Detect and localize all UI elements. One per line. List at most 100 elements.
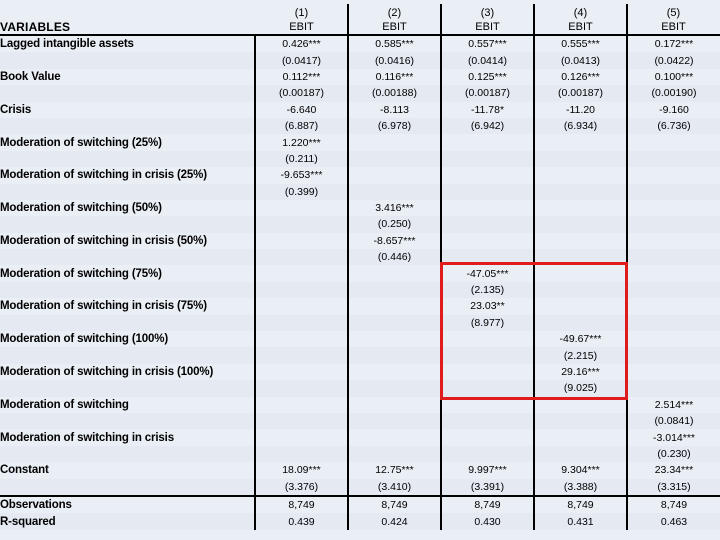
coefficient-cell — [626, 265, 720, 282]
standard-error-cell — [440, 249, 534, 266]
table-row-se: (0.399) — [0, 183, 720, 200]
row-label: Moderation of switching (50%) — [0, 199, 255, 217]
header-column-4-number: (4) — [573, 7, 588, 19]
standard-error-cell — [440, 412, 534, 430]
coefficient-cell: 0.112*** — [254, 68, 348, 86]
coefficient-cell — [254, 232, 348, 250]
header-column-3-dependent: EBIT — [475, 21, 500, 33]
coefficient-cell — [347, 134, 441, 151]
table-row: Moderation of switching in crisis (25%) -… — [0, 167, 720, 184]
standard-error-cell — [533, 445, 627, 463]
header-column-5-number: (5) — [666, 7, 681, 19]
coefficient-cell — [347, 331, 441, 348]
standard-error-cell: (8.977) — [440, 314, 534, 332]
table-row-se: (0.446) — [0, 249, 720, 266]
standard-error-cell — [347, 281, 441, 299]
coefficient-cell — [533, 199, 627, 217]
standard-error-cell — [533, 314, 627, 332]
coefficient-cell: -8.657*** — [347, 232, 441, 250]
row-label-spacer — [0, 85, 255, 102]
coefficient-cell: -11.78* — [440, 101, 534, 118]
standard-error-cell — [626, 183, 720, 200]
coefficient-cell: 29.16*** — [533, 363, 627, 381]
row-label: Moderation of switching in crisis — [0, 429, 255, 446]
row-label: Moderation of switching in crisis (100%) — [0, 363, 255, 381]
coefficient-cell: 0.125*** — [440, 68, 534, 86]
coefficient-cell — [440, 232, 534, 250]
stats-row: R-squared 0.439 0.424 0.430 0.431 0.463 — [0, 513, 720, 530]
coefficient-cell — [626, 331, 720, 348]
table-row-se: (0.0841) — [0, 412, 720, 430]
stats-row: Observations 8,749 8,749 8,749 8,749 8,749 — [0, 494, 720, 514]
table-row: Lagged intangible assets 0.426*** 0.585***… — [0, 33, 720, 53]
coefficient-cell — [626, 232, 720, 250]
stats-cell: 0.424 — [347, 513, 441, 530]
standard-error-cell — [533, 150, 627, 168]
row-label-spacer — [0, 314, 255, 332]
standard-error-cell — [533, 216, 627, 233]
row-label-spacer — [0, 117, 255, 135]
coefficient-cell — [533, 134, 627, 151]
standard-error-cell: (3.376) — [254, 478, 348, 496]
table-row-se: (9.025) — [0, 380, 720, 397]
table-row: Crisis -6.640 -8.113 -11.78* -11.20 -9.160 — [0, 101, 720, 118]
standard-error-cell — [533, 183, 627, 200]
coefficient-cell: 18.09*** — [254, 462, 348, 479]
coefficient-cell: 0.555*** — [533, 33, 627, 53]
header-column-5: (5) EBIT — [626, 0, 720, 35]
table-row-se: (2.135) — [0, 281, 720, 299]
standard-error-cell — [626, 314, 720, 332]
table-header: VARIABLES (1) EBIT (2) EBIT (3) EBIT (4)… — [0, 0, 720, 35]
coefficient-cell: 12.75*** — [347, 462, 441, 479]
stats-cell: 0.431 — [533, 513, 627, 530]
stats-cell: 8,749 — [254, 494, 348, 514]
coefficient-cell: 0.426*** — [254, 33, 348, 53]
stats-label: R-squared — [0, 513, 255, 530]
row-label: Moderation of switching (75%) — [0, 265, 255, 282]
standard-error-cell — [626, 150, 720, 168]
standard-error-cell: (0.00187) — [440, 85, 534, 102]
header-column-1-dependent: EBIT — [289, 21, 314, 33]
row-label: Book Value — [0, 68, 255, 86]
standard-error-cell — [626, 281, 720, 299]
table-row-se: (6.887) (6.978) (6.942) (6.934) (6.736) — [0, 117, 720, 135]
row-label: Constant — [0, 462, 255, 479]
table-row: Moderation of switching in crisis (100%)… — [0, 363, 720, 381]
stats-cell: 0.463 — [626, 513, 720, 530]
standard-error-cell — [347, 445, 441, 463]
header-variables-label: VARIABLES — [0, 0, 255, 35]
coefficient-cell: 3.416*** — [347, 199, 441, 217]
coefficient-cell — [440, 331, 534, 348]
table-row: Moderation of switching (75%) -47.05*** — [0, 265, 720, 282]
header-column-4: (4) EBIT — [533, 0, 627, 35]
standard-error-cell — [626, 249, 720, 266]
table-row-se: (0.0417) (0.0416) (0.0414) (0.0413) (0.0422) — [0, 52, 720, 69]
table-row: Moderation of switching in crisis (75%) 2… — [0, 298, 720, 315]
standard-error-cell — [254, 216, 348, 233]
header-column-3: (3) EBIT — [440, 0, 534, 35]
coefficient-cell — [440, 396, 534, 413]
standard-error-cell: (3.315) — [626, 478, 720, 496]
coefficient-cell — [533, 232, 627, 250]
table-row: Moderation of switching in crisis -3.014*… — [0, 429, 720, 446]
coefficient-cell: 0.126*** — [533, 68, 627, 86]
coefficient-cell — [347, 429, 441, 446]
standard-error-cell — [626, 380, 720, 397]
table-row: Moderation of switching (50%) 3.416*** — [0, 199, 720, 217]
header-column-2: (2) EBIT — [347, 0, 441, 35]
standard-error-cell — [440, 150, 534, 168]
header-column-3-number: (3) — [480, 7, 495, 19]
standard-error-cell: (0.211) — [254, 150, 348, 168]
row-label: Moderation of switching (25%) — [0, 134, 255, 151]
regression-results-table: VARIABLES (1) EBIT (2) EBIT (3) EBIT (4)… — [0, 0, 720, 530]
stats-cell: 8,749 — [347, 494, 441, 514]
coefficient-cell — [533, 429, 627, 446]
coefficient-cell — [626, 298, 720, 315]
standard-error-cell — [440, 445, 534, 463]
standard-error-cell — [347, 183, 441, 200]
coefficient-cell: 9.997*** — [440, 462, 534, 479]
header-column-1-number: (1) — [294, 7, 309, 19]
standard-error-cell — [440, 216, 534, 233]
standard-error-cell — [440, 380, 534, 397]
standard-error-cell: (0.00188) — [347, 85, 441, 102]
